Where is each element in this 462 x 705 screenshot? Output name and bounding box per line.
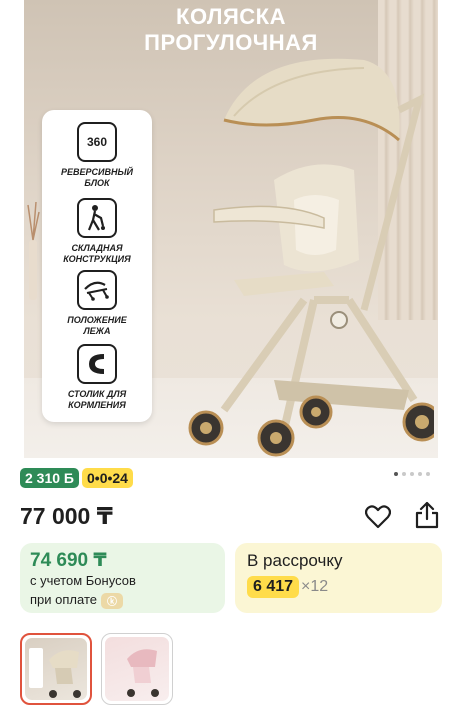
gallery-dot[interactable] xyxy=(394,472,398,476)
decor-vase xyxy=(27,201,40,300)
installment-box[interactable]: В рассрочку 6 417 ×12 xyxy=(235,543,442,613)
bonus-badge[interactable]: 2 310 Б xyxy=(20,468,79,488)
feature-reversible-block: 360 РЕВЕРСИВНЫЙ БЛОК xyxy=(42,122,152,189)
heart-icon xyxy=(365,505,391,529)
gallery-pagination xyxy=(394,472,430,476)
thumbnail-selected[interactable] xyxy=(20,633,92,705)
installment-title: В рассрочку xyxy=(247,551,343,570)
feature-label: СТОЛИК ДЛЯ КОРМЛЕНИЯ xyxy=(67,389,127,410)
product-image[interactable]: КОЛЯСКА ПРОГУЛОЧНАЯ 360 РЕВЕРСИВНЫЙ БЛОК… xyxy=(24,0,438,458)
hero-title: КОЛЯСКА ПРОГУЛОЧНАЯ xyxy=(144,4,318,55)
stroller-illustration xyxy=(188,58,434,457)
thumbnail-image xyxy=(25,638,87,700)
gallery-dot[interactable] xyxy=(426,472,430,476)
installment-months: ×12 xyxy=(301,578,329,595)
feature-label: СКЛАДНАЯ КОНСТРУКЦИЯ xyxy=(63,243,131,264)
bonus-price: 74 690 ₸ xyxy=(30,550,107,571)
gallery-dot[interactable] xyxy=(410,472,414,476)
installment-badge[interactable]: 0•0•24 xyxy=(82,468,133,488)
recline-position-icon xyxy=(77,270,117,310)
folding-stroller-icon xyxy=(77,198,117,238)
bonus-price-box[interactable]: 74 690 ₸ с учетом Бонусов при оплате ⓚ xyxy=(20,543,225,613)
feature-folding: СКЛАДНАЯ КОНСТРУКЦИЯ xyxy=(42,198,152,265)
thumbnail-image xyxy=(105,637,169,701)
features-card: 360 РЕВЕРСИВНЫЙ БЛОК СКЛАДНАЯ КОНСТРУКЦИ… xyxy=(42,110,152,422)
bonus-note: с учетом Бонусов xyxy=(30,573,136,588)
feeding-tray-icon xyxy=(77,344,117,384)
feature-recline: ПОЛОЖЕНИЕ ЛЕЖА xyxy=(42,270,152,337)
feature-feeding-tray: СТОЛИК ДЛЯ КОРМЛЕНИЯ xyxy=(42,344,152,411)
product-price: 77 000 ₸ xyxy=(20,503,113,529)
feature-label: РЕВЕРСИВНЫЙ БЛОК xyxy=(61,167,133,188)
share-button[interactable] xyxy=(413,501,441,529)
gallery-dot[interactable] xyxy=(402,472,406,476)
gallery-dot[interactable] xyxy=(418,472,422,476)
share-icon xyxy=(415,501,439,529)
rotate-360-icon: 360 xyxy=(77,122,117,162)
installment-amount: 6 417 xyxy=(247,576,300,598)
favorite-button[interactable] xyxy=(364,503,392,531)
payment-method-icon: ⓚ xyxy=(100,592,123,609)
feature-label: ПОЛОЖЕНИЕ ЛЕЖА xyxy=(67,315,127,336)
thumbnail[interactable] xyxy=(101,633,173,705)
promo-badges: 2 310 Б 0•0•24 xyxy=(20,468,133,488)
payment-note: при оплате ⓚ xyxy=(30,592,123,609)
